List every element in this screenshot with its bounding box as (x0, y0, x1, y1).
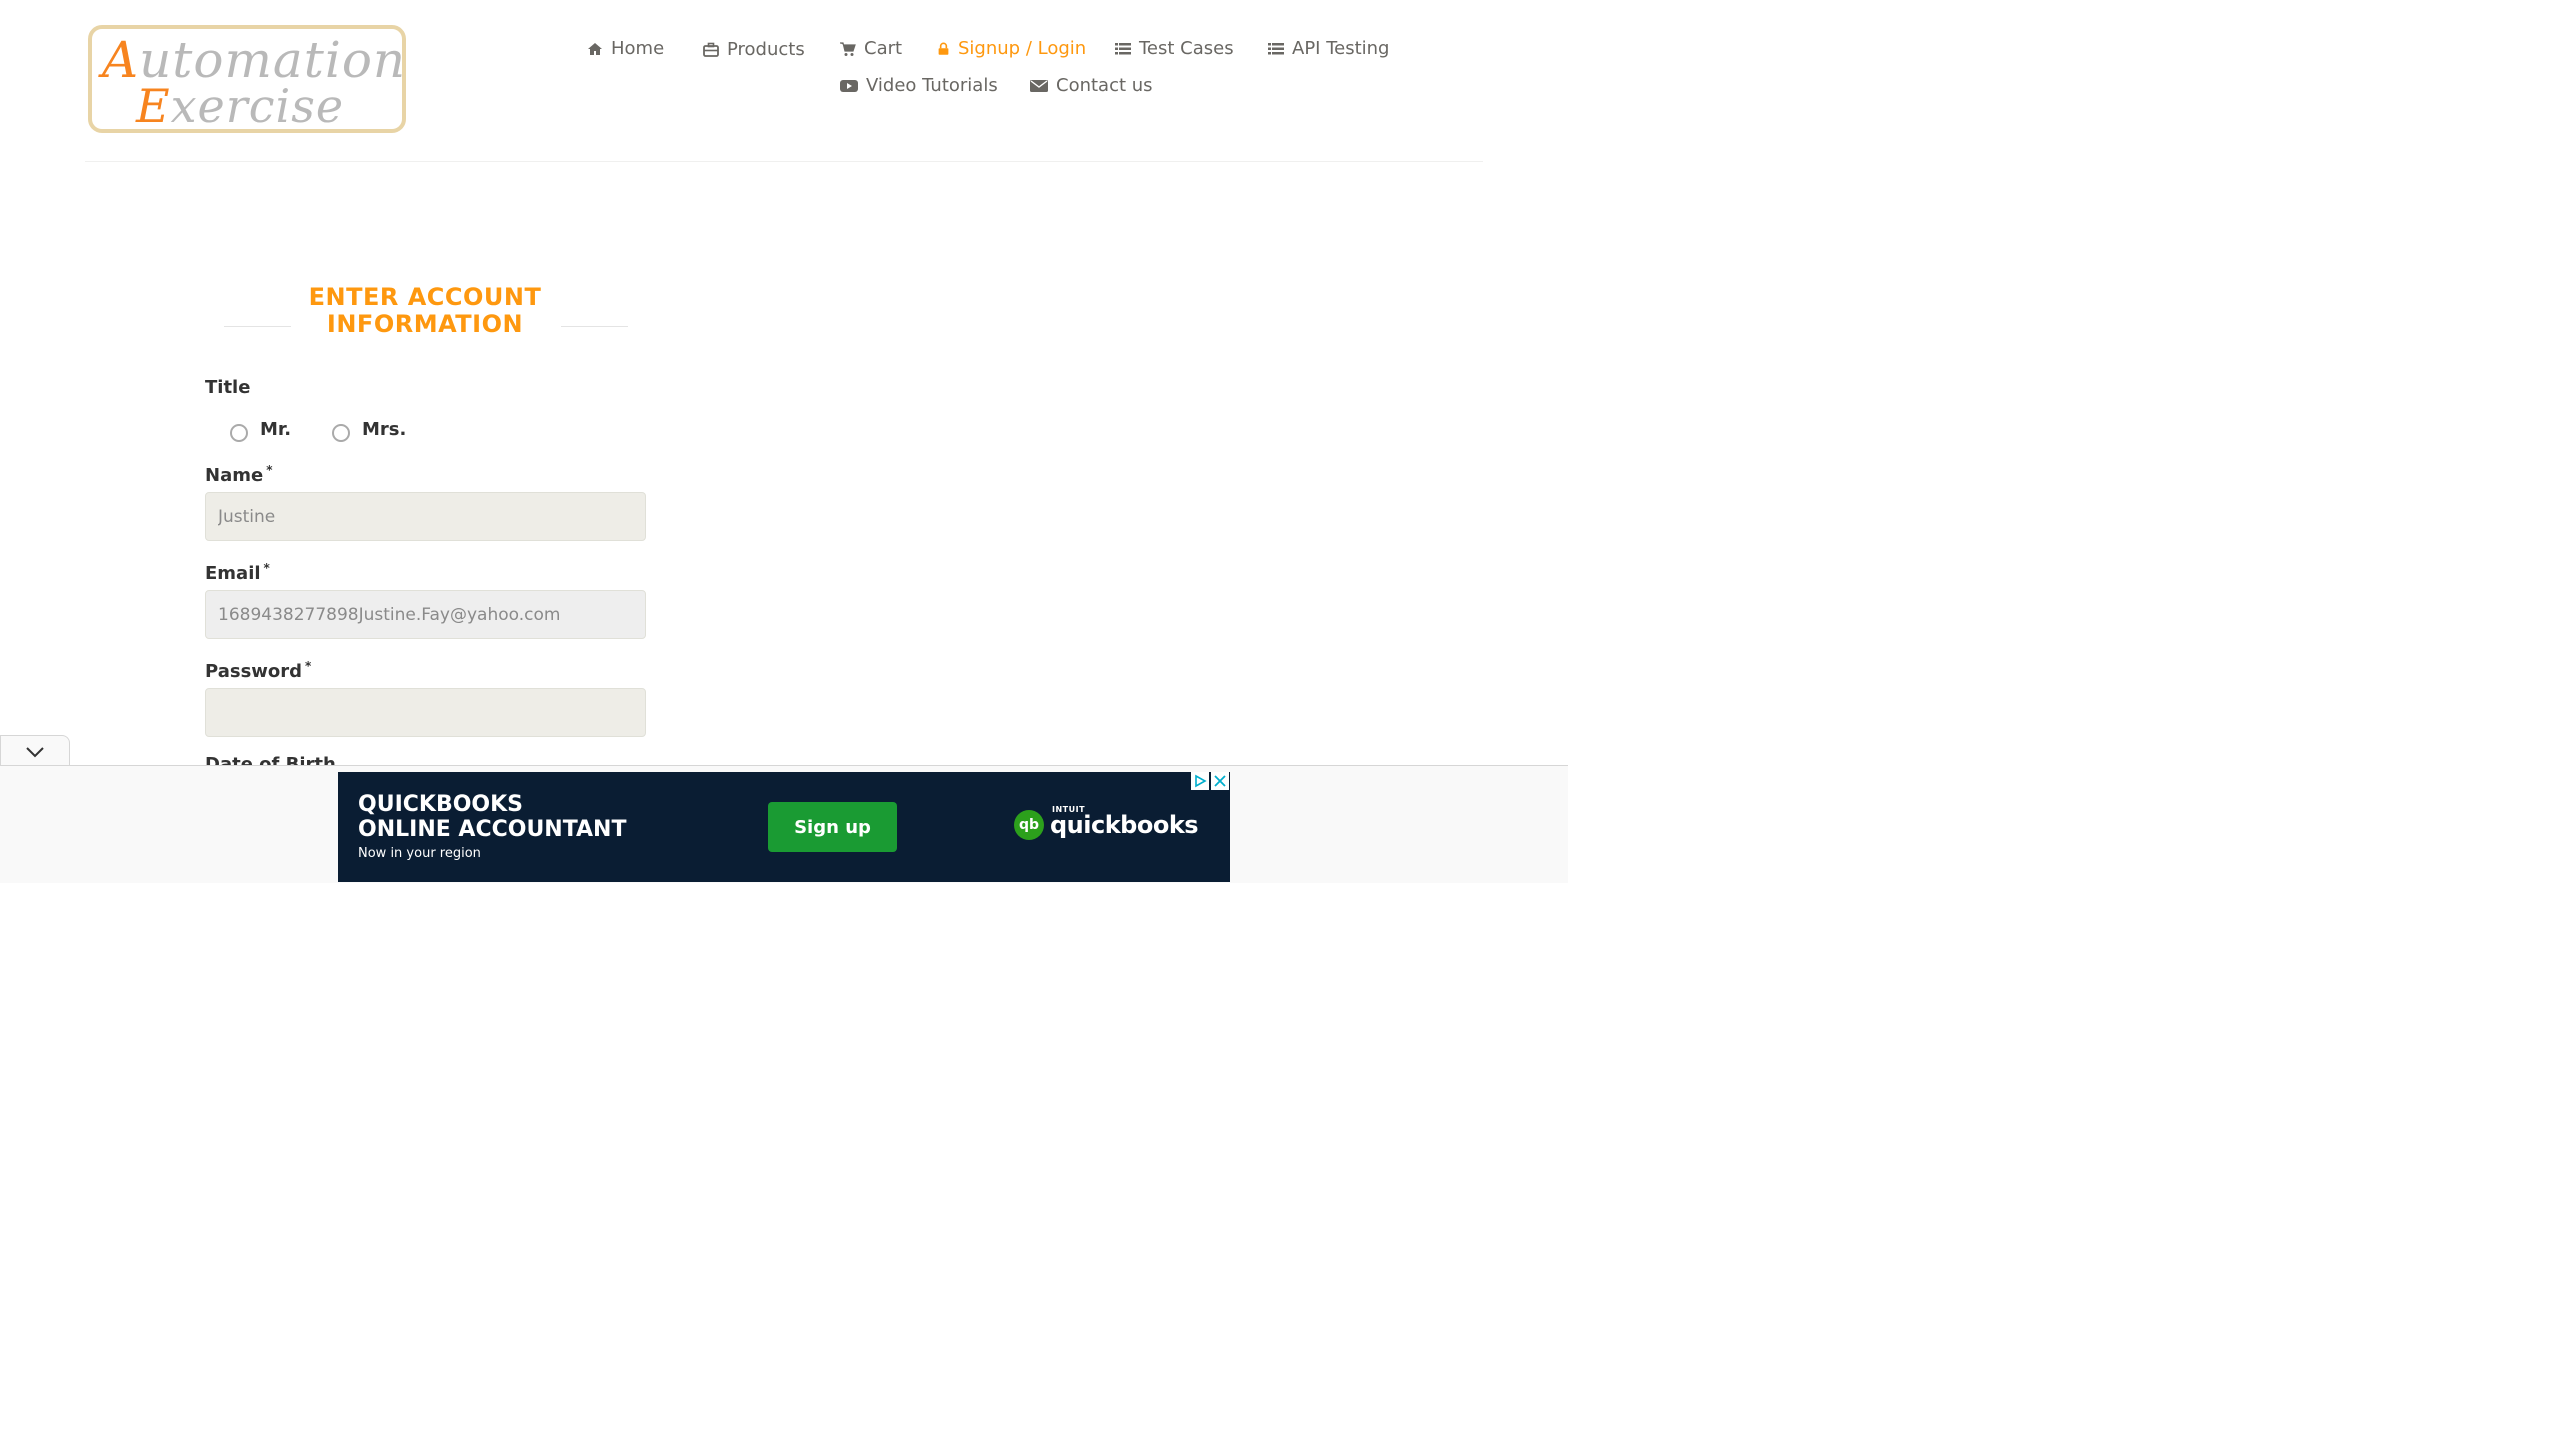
nav-products-label: Products (727, 39, 805, 60)
radio-mrs[interactable] (332, 424, 350, 442)
nav-home-label: Home (611, 38, 665, 59)
header-divider (85, 161, 1483, 162)
youtube-play-icon (840, 79, 858, 92)
site-logo[interactable]: Automation Exercise (88, 25, 406, 133)
nav-video-tutorials[interactable]: Video Tutorials (840, 75, 998, 96)
nav-test-cases[interactable]: Test Cases (1115, 38, 1234, 59)
quickbooks-logo-icon: qb (1014, 810, 1044, 840)
home-icon (588, 42, 602, 55)
nav-api-testing[interactable]: API Testing (1268, 38, 1389, 59)
name-label: Name * (205, 463, 272, 486)
ad-brand-text: INTUIT quickbooks (1050, 805, 1199, 839)
title-rule-left (224, 326, 291, 327)
password-input[interactable] (205, 688, 646, 737)
ad-brand-name: quickbooks (1050, 811, 1199, 839)
ad-banner[interactable]: QUICKBOOKS ONLINE ACCOUNTANT Now in your… (338, 772, 1230, 882)
radio-mrs-label[interactable]: Mrs. (362, 419, 406, 440)
password-label-text: Password (205, 661, 303, 682)
form-heading: ENTER ACCOUNT INFORMATION (308, 283, 542, 338)
adchoices-icon[interactable] (1191, 772, 1209, 790)
required-mark: * (263, 561, 270, 575)
nav-signup-login-label: Signup / Login (958, 38, 1087, 59)
list-icon (1115, 42, 1131, 54)
envelope-icon (1030, 79, 1048, 92)
logo-line-2: Exercise (136, 79, 345, 133)
required-mark: * (266, 463, 273, 477)
ad-collapse-button[interactable] (0, 735, 70, 767)
email-label-text: Email (205, 563, 261, 584)
name-label-text: Name (205, 465, 264, 486)
required-mark: * (305, 659, 312, 673)
nav-test-cases-label: Test Cases (1139, 38, 1234, 59)
email-label: Email * (205, 561, 270, 584)
radio-mr[interactable] (230, 424, 248, 442)
nav-video-tutorials-label: Video Tutorials (866, 75, 998, 96)
chevron-down-icon (26, 746, 44, 757)
ad-subline: Now in your region (358, 846, 481, 861)
password-label: Password * (205, 659, 311, 682)
ad-brand-intuit: INTUIT (1052, 805, 1086, 814)
nav-cart[interactable]: Cart (840, 38, 902, 59)
nav-products[interactable]: Products (703, 39, 805, 60)
radio-mr-label[interactable]: Mr. (260, 419, 291, 440)
ad-close-icon[interactable] (1211, 772, 1229, 790)
ad-brand: qb INTUIT quickbooks (1014, 805, 1199, 840)
ad-signup-button[interactable]: Sign up (768, 802, 897, 852)
nav-signup-login[interactable]: Signup / Login (937, 38, 1086, 59)
cart-icon (840, 41, 856, 56)
nav-contact-us[interactable]: Contact us (1030, 75, 1153, 96)
lock-icon (938, 42, 949, 55)
title-rule-right (561, 326, 628, 327)
list-icon (1268, 42, 1284, 54)
nav-cart-label: Cart (864, 38, 903, 59)
nav-home[interactable]: Home (587, 38, 664, 59)
ad-headline: QUICKBOOKS ONLINE ACCOUNTANT (358, 792, 627, 842)
title-label: Title (205, 377, 251, 398)
nav-api-testing-label: API Testing (1292, 38, 1390, 59)
name-input[interactable] (205, 492, 646, 541)
briefcase-icon (703, 42, 719, 57)
email-input[interactable] (205, 590, 646, 639)
nav-contact-us-label: Contact us (1056, 75, 1153, 96)
